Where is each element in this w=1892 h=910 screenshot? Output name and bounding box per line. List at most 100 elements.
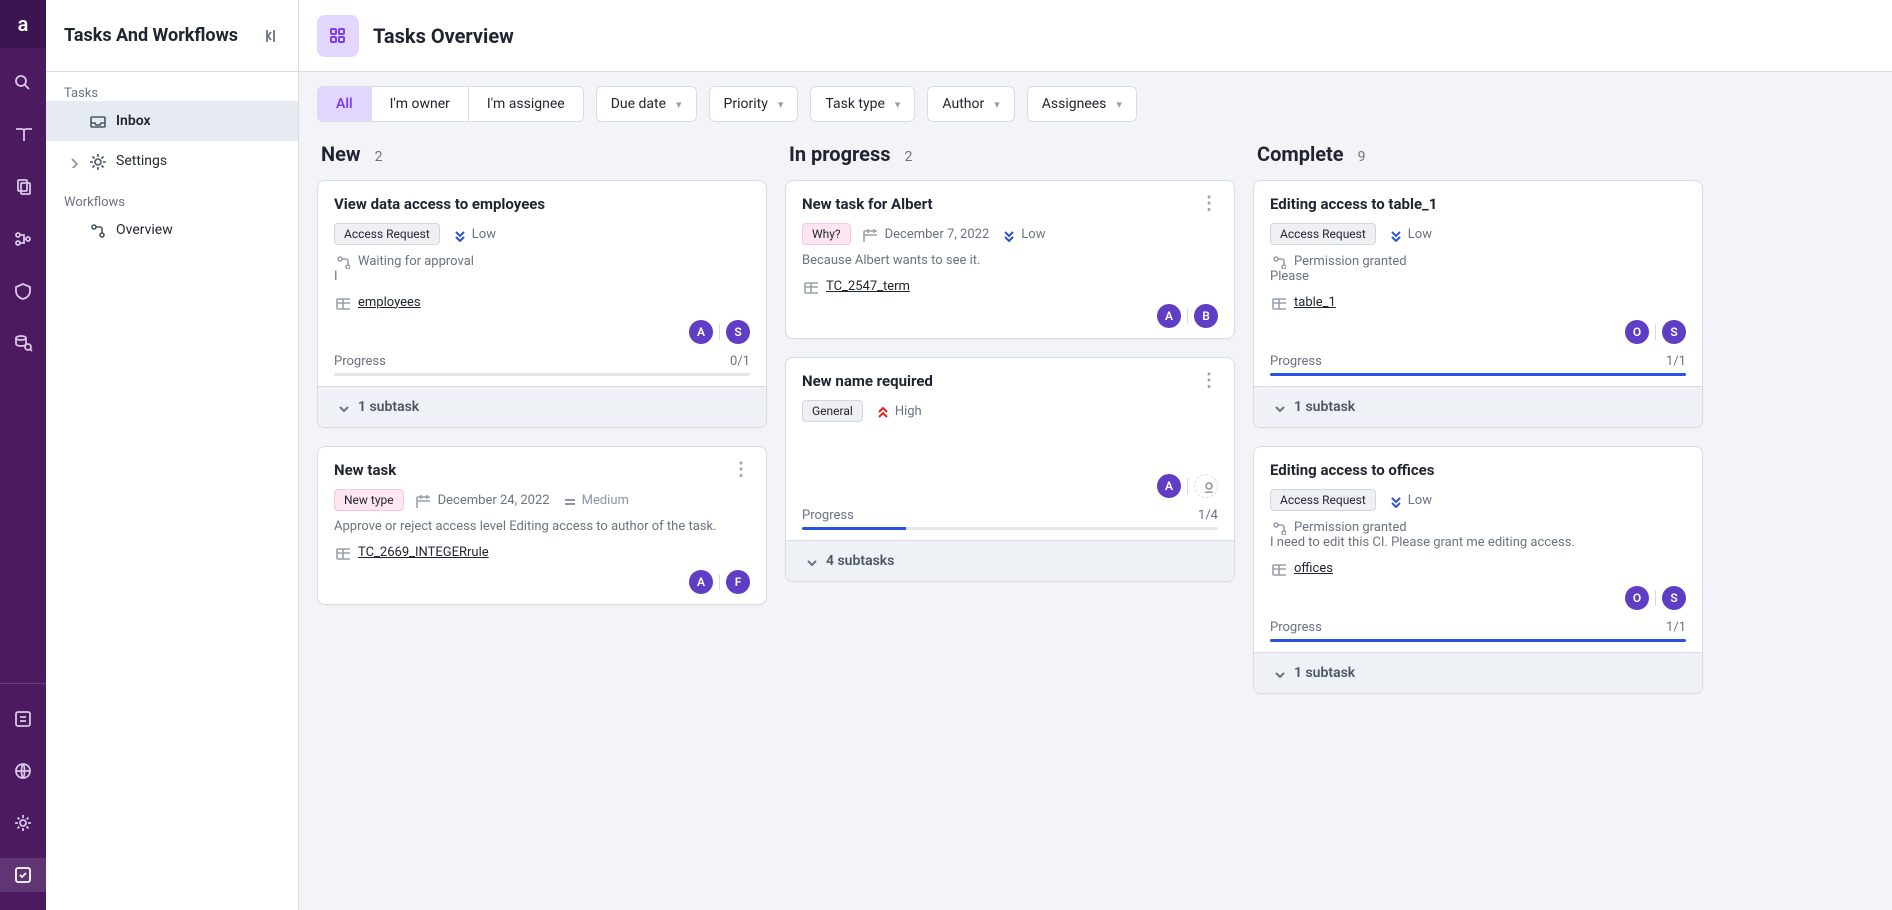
gear-icon[interactable] (0, 806, 46, 840)
priority-low: Low (450, 226, 496, 242)
sidebar-item-overview[interactable]: Overview (46, 210, 298, 250)
task-description: Approve or reject access level Editing a… (334, 519, 750, 534)
avatar[interactable]: F (726, 570, 750, 594)
progress-value: 0/1 (730, 354, 750, 369)
avatar[interactable]: S (1662, 320, 1686, 344)
avatar[interactable]: S (1662, 586, 1686, 610)
task-card[interactable]: New task⋮ New type December 24, 2022 Med… (317, 446, 767, 605)
filter-author[interactable]: Author▾ (927, 86, 1014, 122)
more-icon[interactable]: ⋮ (1200, 376, 1218, 386)
nav-rail: a (0, 0, 46, 910)
column-title: In progress (789, 142, 891, 166)
task-card[interactable]: Editing access to table_1 Access Request… (1253, 180, 1703, 428)
task-link[interactable]: employees (358, 295, 421, 310)
progress-label: Progress (334, 354, 386, 369)
book-icon[interactable] (0, 118, 46, 152)
column-count: 2 (905, 149, 913, 165)
avatar[interactable]: A (1157, 474, 1181, 498)
avatar[interactable]: O (1625, 320, 1649, 344)
progress-bar (1270, 373, 1686, 376)
sidebar-item-label: Settings (116, 153, 167, 169)
subtasks-toggle[interactable]: 1 subtask (1254, 652, 1702, 693)
grid-icon[interactable] (317, 15, 359, 57)
progress-bar (334, 373, 750, 376)
column-new: New2 View data access to employees Acces… (317, 136, 767, 892)
progress-label: Progress (1270, 354, 1322, 369)
sidebar-group-tasks: Tasks (46, 72, 298, 101)
column-complete: Complete9 Editing access to table_1 Acce… (1253, 136, 1703, 892)
table-icon (1270, 294, 1286, 310)
collapse-icon[interactable] (260, 26, 280, 46)
priority-low: Low (999, 226, 1045, 242)
progress-bar (802, 527, 1218, 530)
db-search-icon[interactable] (0, 326, 46, 360)
avatar[interactable]: B (1194, 304, 1218, 328)
task-status: Permission granted (1294, 520, 1407, 535)
avatar[interactable]: S (726, 320, 750, 344)
task-title: Editing access to offices (1270, 461, 1434, 479)
toolbar: All I'm owner I'm assignee Due date▾ Pri… (299, 72, 1892, 136)
progress-label: Progress (1270, 620, 1322, 635)
copy-icon[interactable] (0, 170, 46, 204)
more-icon[interactable]: ⋮ (1200, 199, 1218, 209)
table-icon (802, 278, 818, 294)
progress-bar (1270, 639, 1686, 642)
avatar[interactable]: O (1625, 586, 1649, 610)
chevron-down-icon (1270, 399, 1286, 415)
subtasks-toggle[interactable]: 4 subtasks (786, 540, 1234, 581)
sidebar-item-inbox[interactable]: Inbox (46, 101, 298, 141)
shield-icon[interactable] (0, 274, 46, 308)
filter-assignees[interactable]: Assignees▾ (1027, 86, 1137, 122)
sidebar-item-label: Inbox (116, 113, 151, 129)
add-assignee-icon[interactable] (1194, 474, 1218, 498)
globe-icon[interactable] (0, 754, 46, 788)
task-type-chip: Access Request (1270, 223, 1376, 245)
task-title: View data access to employees (334, 195, 545, 213)
kanban-board: New2 View data access to employees Acces… (299, 136, 1892, 910)
org-icon[interactable] (0, 222, 46, 256)
column-title: Complete (1257, 142, 1344, 166)
task-link[interactable]: offices (1294, 561, 1333, 576)
seg-assignee[interactable]: I'm assignee (469, 87, 583, 121)
task-card[interactable]: View data access to employees Access Req… (317, 180, 767, 428)
column-in-progress: In progress2 New task for Albert⋮ Why? D… (785, 136, 1235, 892)
seg-all[interactable]: All (318, 87, 372, 121)
avatar[interactable]: A (689, 570, 713, 594)
task-title: New task (334, 461, 396, 479)
filter-due-date[interactable]: Due date▾ (596, 86, 697, 122)
tasks-check-icon[interactable] (0, 858, 46, 892)
chevron-down-icon: ▾ (994, 98, 1000, 111)
sidebar-item-settings[interactable]: Settings (46, 141, 298, 181)
progress-value: 1/1 (1666, 620, 1686, 635)
task-card[interactable]: New name required⋮ General High A Progre… (785, 357, 1235, 582)
page-title: Tasks Overview (373, 24, 514, 48)
chevron-down-icon: ▾ (676, 98, 682, 111)
sidebar-title: Tasks And Workflows (64, 25, 238, 46)
task-type-chip: Access Request (334, 223, 440, 245)
filter-task-type[interactable]: Task type▾ (810, 86, 915, 122)
app-logo[interactable]: a (0, 0, 46, 48)
avatar[interactable]: A (1157, 304, 1181, 328)
task-link[interactable]: TC_2547_term (826, 279, 910, 294)
task-title: New task for Albert (802, 195, 933, 213)
task-card[interactable]: Editing access to offices Access Request… (1253, 446, 1703, 694)
priority-low: Low (1386, 226, 1432, 242)
task-card[interactable]: New task for Albert⋮ Why? December 7, 20… (785, 180, 1235, 339)
workflow-icon (334, 253, 350, 269)
chevron-down-icon (334, 399, 350, 415)
workflow-icon (1270, 253, 1286, 269)
subtasks-toggle[interactable]: 1 subtask (1254, 386, 1702, 427)
more-icon[interactable]: ⋮ (732, 465, 750, 475)
inbox-icon (88, 112, 106, 130)
progress-label: Progress (802, 508, 854, 523)
filter-priority[interactable]: Priority▾ (709, 86, 799, 122)
task-link[interactable]: TC_2669_INTEGERrule (358, 545, 489, 560)
seg-owner[interactable]: I'm owner (372, 87, 469, 121)
subtasks-toggle[interactable]: 1 subtask (318, 386, 766, 427)
task-link[interactable]: table_1 (1294, 295, 1336, 310)
chevron-down-icon: ▾ (778, 98, 784, 111)
sidebar-item-label: Overview (116, 222, 173, 238)
search-icon[interactable] (0, 66, 46, 100)
list-icon[interactable] (0, 702, 46, 736)
avatar[interactable]: A (689, 320, 713, 344)
